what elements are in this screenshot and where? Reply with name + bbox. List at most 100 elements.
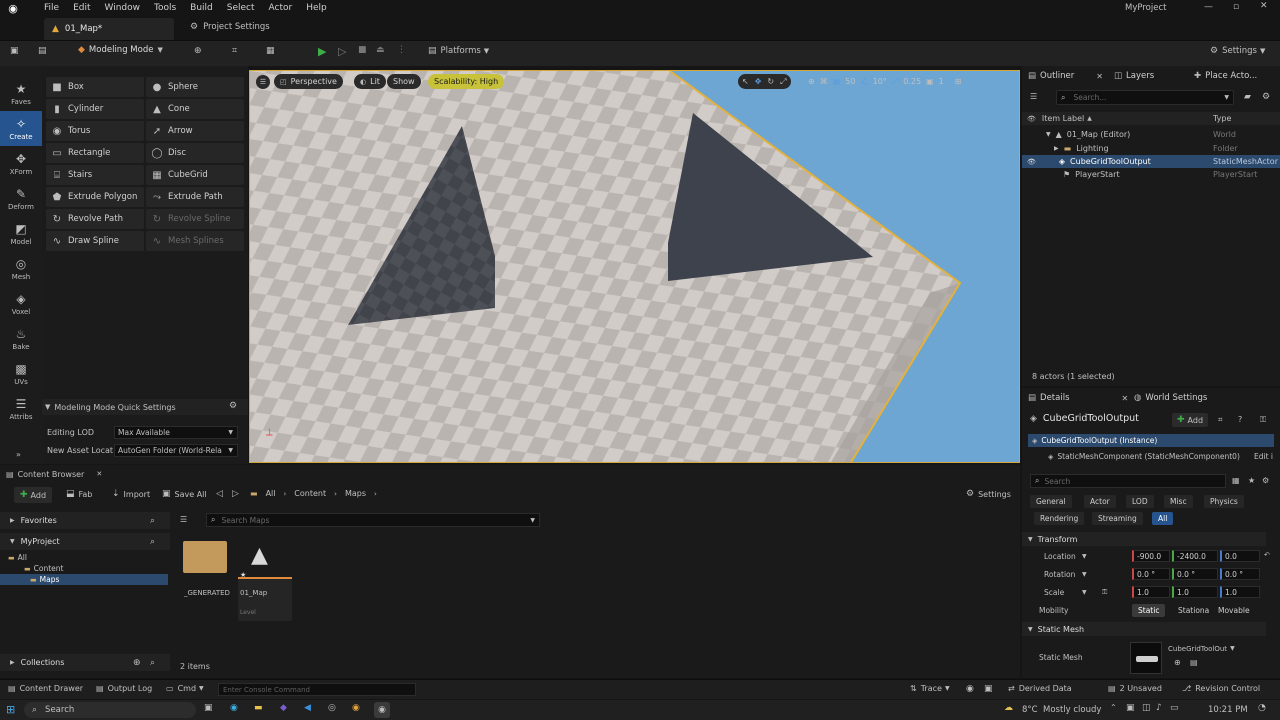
maximize-icon[interactable]: ▫	[1233, 2, 1239, 12]
new-asset-location-dropdown[interactable]: AutoGen Folder (World-Rela ▼	[114, 444, 238, 457]
menu-help[interactable]: Help	[306, 3, 327, 13]
modeling-mode-dropdown[interactable]: ◆ Modeling Mode ▼	[78, 45, 163, 55]
lit-button[interactable]: ◐ Lit	[354, 74, 386, 89]
mode-create[interactable]: ✧ Create	[0, 111, 42, 146]
tool-cylinder[interactable]: ▮ Cylinder	[46, 99, 144, 119]
browse-icon[interactable]: ▤	[38, 46, 47, 56]
scalability-badge[interactable]: Scalability: High	[428, 74, 505, 89]
edit-link[interactable]: Edit i	[1254, 452, 1273, 461]
surface-snap-icon[interactable]: ⌘	[820, 77, 828, 86]
settings-gear-icon[interactable]: ⚙	[229, 401, 237, 411]
angle-snap-icon[interactable]: ∠	[860, 77, 867, 86]
outliner-row[interactable]: 👁 ◈ CubeGridToolOutput StaticMeshActor	[1022, 155, 1280, 168]
asset-generated-folder[interactable]: _GENERATED	[180, 537, 232, 601]
scale-tool-icon[interactable]: ⤢	[780, 77, 786, 87]
camera-speed-value[interactable]: 1	[939, 77, 944, 86]
rotation-z-field[interactable]: 0.0 °	[1220, 568, 1260, 580]
perspective-button[interactable]: ◰ Perspective	[274, 74, 343, 89]
move-tool-icon[interactable]: ✥	[755, 77, 762, 86]
scale-z-field[interactable]: 1.0	[1220, 586, 1260, 598]
cmd-dropdown[interactable]: ▭ Cmd ▼	[166, 684, 204, 693]
filter-actor[interactable]: Actor	[1084, 495, 1116, 508]
derived-data-button[interactable]: ⇄ Derived Data	[1008, 684, 1072, 693]
mode-faves[interactable]: ★ Faves	[0, 76, 42, 111]
cb-save-all-button[interactable]: ▣ Save All	[162, 489, 207, 499]
bookmark-icon[interactable]: ▣	[984, 684, 993, 694]
file-explorer-icon[interactable]: ▬	[254, 703, 263, 713]
location-label[interactable]: Location	[1044, 552, 1076, 561]
chrome-icon[interactable]: ◉	[352, 703, 360, 713]
mobility-stationary[interactable]: Stationa	[1172, 604, 1215, 617]
scale-label[interactable]: Scale	[1044, 588, 1064, 597]
cinematics-icon[interactable]: ▦	[266, 46, 275, 56]
instance-row[interactable]: ◈ CubeGridToolOutput (Instance)	[1028, 434, 1274, 447]
breadcrumb-maps[interactable]: Maps	[345, 489, 366, 498]
search-icon[interactable]: ⌕	[150, 658, 155, 668]
menu-build[interactable]: Build	[190, 3, 213, 13]
component-row[interactable]: ◈ StaticMeshComponent (StaticMeshCompone…	[1048, 450, 1276, 463]
menu-actor[interactable]: Actor	[269, 3, 293, 13]
revision-control-button[interactable]: ⎇ Revision Control	[1182, 684, 1260, 693]
project-header[interactable]: ▼ MyProject ⌕	[0, 533, 170, 550]
unsaved-button[interactable]: ▤ 2 Unsaved	[1108, 684, 1162, 693]
scale-snap-icon[interactable]: ⤢	[892, 77, 898, 87]
mode-xform[interactable]: ✥ XForm	[0, 146, 42, 181]
unreal-logo-icon[interactable]: ◉	[0, 0, 26, 16]
search-icon[interactable]: ⌕	[150, 516, 155, 526]
content-drawer-button[interactable]: ▤ Content Drawer	[8, 684, 83, 693]
filter-icon[interactable]: ☰	[180, 515, 187, 524]
mobility-static[interactable]: Static	[1132, 604, 1166, 617]
details-search-input[interactable]: ⌕ Search	[1030, 474, 1226, 488]
mobility-movable[interactable]: Movable	[1212, 604, 1256, 617]
tree-item-all[interactable]: ▬ All	[8, 552, 27, 563]
column-item-label[interactable]: Item Label	[1042, 114, 1084, 123]
cb-fab-button[interactable]: ⬓ Fab	[66, 489, 92, 499]
filter-all[interactable]: All	[1152, 512, 1174, 525]
property-matrix-icon[interactable]: ▦	[1232, 476, 1240, 485]
add-folder-icon[interactable]: ▰	[1244, 92, 1251, 102]
viewport-menu-icon[interactable]: ☰	[256, 75, 270, 89]
tool-extrude-path[interactable]: ⤳ Extrude Path	[146, 187, 244, 207]
location-x-field[interactable]: -900.0	[1132, 550, 1170, 562]
scale-x-field[interactable]: 1.0	[1132, 586, 1170, 598]
platforms-dropdown[interactable]: ▤ Platforms ▼	[428, 46, 489, 56]
step-icon[interactable]: ▷	[338, 45, 346, 58]
tab-outliner[interactable]: ▤ Outliner ✕	[1028, 66, 1103, 86]
rotation-label[interactable]: Rotation	[1044, 570, 1075, 579]
add-collection-icon[interactable]: ⊕	[133, 658, 141, 668]
play-icon[interactable]: ▶	[318, 45, 326, 58]
mode-deform[interactable]: ✎ Deform	[0, 181, 42, 216]
taskbar-search[interactable]: ⌕ Search	[24, 702, 196, 718]
tool-cone[interactable]: ▲ Cone	[146, 99, 244, 119]
menu-tools[interactable]: Tools	[154, 3, 176, 13]
tab-world-settings[interactable]: ◍ World Settings	[1134, 388, 1207, 408]
maximize-viewport-icon[interactable]: ⊞	[955, 77, 962, 86]
add-actor-icon[interactable]: ⊕	[194, 46, 202, 56]
output-log-button[interactable]: ▤ Output Log	[96, 684, 152, 693]
outliner-settings-icon[interactable]: ⚙	[1262, 92, 1270, 102]
tool-sphere[interactable]: ● Sphere	[146, 77, 244, 97]
outliner-row[interactable]: ▶ ▬ Lighting Folder	[1022, 142, 1280, 155]
tool-revolve-spline[interactable]: ↻ Revolve Spline	[146, 209, 244, 229]
console-input[interactable]: Enter Console Command	[218, 683, 416, 696]
blueprint-icon[interactable]: ⌗	[1218, 415, 1223, 425]
forward-arrow-icon[interactable]: ▷	[232, 489, 239, 499]
stop-icon[interactable]: ■	[358, 45, 367, 55]
cb-import-button[interactable]: ⇣ Import	[112, 489, 150, 499]
filter-misc[interactable]: Misc	[1164, 495, 1193, 508]
rotation-x-field[interactable]: 0.0 °	[1132, 568, 1170, 580]
tray-chevron-icon[interactable]: ⌃	[1110, 703, 1117, 712]
eject-icon[interactable]: ⏏	[376, 45, 385, 55]
tool-disc[interactable]: ◯ Disc	[146, 143, 244, 163]
add-component-button[interactable]: ✚ Add	[1172, 413, 1209, 427]
tool-extrude-polygon[interactable]: ⬟ Extrude Polygon	[46, 187, 144, 207]
blueprint-icon[interactable]: ⌗	[232, 46, 237, 56]
quick-settings-header[interactable]: ▼ Modeling Mode Quick Settings ⚙	[42, 399, 248, 415]
filter-streaming[interactable]: Streaming	[1092, 512, 1143, 525]
mode-mesh[interactable]: ◎ Mesh	[0, 251, 42, 286]
close-icon[interactable]: ✕	[1122, 394, 1129, 403]
static-mesh-thumbnail[interactable]	[1130, 642, 1162, 674]
scale-snap-value[interactable]: 0.25	[903, 77, 921, 86]
details-settings-icon[interactable]: ⚙	[1262, 476, 1269, 485]
menu-file[interactable]: File	[44, 3, 59, 13]
